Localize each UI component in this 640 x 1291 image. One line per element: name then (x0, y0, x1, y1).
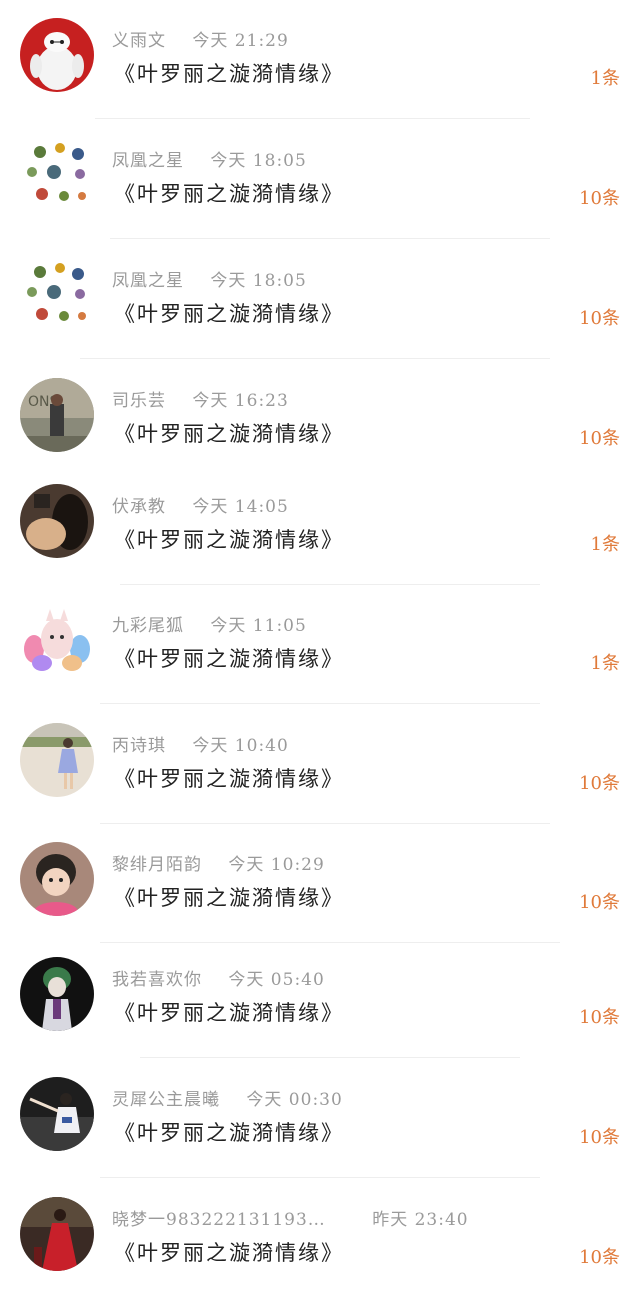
message-meta: 我若喜欢你 今天 05:40 (112, 965, 325, 990)
message-meta: 凤凰之星 今天 18:05 (112, 266, 307, 291)
message-title: 《叶罗丽之漩漪情缘》 (114, 62, 344, 86)
message-title: 《叶罗丽之漩漪情缘》 (114, 528, 344, 552)
message-time: 今天 21:29 (192, 31, 289, 51)
sender-name: 凤凰之星 (112, 151, 184, 171)
sender-name: 黎绯月陌韵 (112, 855, 202, 875)
list-item[interactable]: 凤凰之星 今天 18:05 《叶罗丽之漩漪情缘》 10条 (0, 120, 640, 240)
message-title: 《叶罗丽之漩漪情缘》 (114, 647, 344, 671)
message-time: 今天 10:40 (192, 736, 289, 756)
child-photo-avatar-icon[interactable] (20, 842, 94, 916)
baymax-avatar-icon[interactable] (20, 18, 94, 92)
message-time: 今天 18:05 (210, 271, 307, 291)
message-title: 《叶罗丽之漩漪情缘》 (114, 1241, 344, 1265)
list-item[interactable]: ONS 司乐芸 今天 16:23 《叶罗丽之漩漪情缘》 10条 (0, 360, 640, 480)
girl-dance-avatar-icon[interactable] (20, 1077, 94, 1151)
message-meta: 凤凰之星 今天 18:05 (112, 146, 307, 171)
sender-name: 司乐芸 (112, 391, 166, 411)
message-count: 10条 (579, 892, 620, 913)
message-time: 今天 16:23 (192, 391, 289, 411)
message-time: 今天 14:05 (192, 497, 289, 517)
message-count: 1条 (590, 534, 620, 555)
sender-name: 伏承教 (112, 497, 166, 517)
message-meta: 黎绯月陌韵 今天 10:29 (112, 850, 325, 875)
sender-name: 丙诗琪 (112, 736, 166, 756)
list-item[interactable]: 九彩尾狐 今天 11:05 《叶罗丽之漩漪情缘》 1条 (0, 585, 640, 705)
message-title: 《叶罗丽之漩漪情缘》 (114, 422, 344, 446)
divider (100, 703, 540, 704)
message-time: 今天 00:30 (246, 1090, 343, 1110)
divider (95, 118, 530, 119)
message-time: 昨天 23:40 (372, 1210, 469, 1230)
sender-name: 我若喜欢你 (112, 970, 202, 990)
sender-name: 九彩尾狐 (112, 616, 184, 636)
message-count: 10条 (579, 1247, 620, 1268)
list-item[interactable]: 黎绯月陌韵 今天 10:29 《叶罗丽之漩漪情缘》 10条 (0, 824, 640, 944)
floral-avatar-icon[interactable] (20, 138, 94, 212)
sender-name: 灵犀公主晨曦 (112, 1090, 220, 1110)
list-item[interactable]: 凤凰之星 今天 18:05 《叶罗丽之漩漪情缘》 10条 (0, 240, 640, 360)
list-item[interactable]: 晓梦一983222131193… 昨天 23:40 《叶罗丽之漩漪情缘》 10条 (0, 1179, 640, 1291)
message-title: 《叶罗丽之漩漪情缘》 (114, 302, 344, 326)
message-count: 10条 (579, 773, 620, 794)
message-time: 今天 10:29 (228, 855, 325, 875)
message-count: 10条 (579, 308, 620, 329)
message-time: 今天 11:05 (210, 616, 307, 636)
sender-name: 晓梦一983222131193… (112, 1210, 326, 1230)
message-meta: 九彩尾狐 今天 11:05 (112, 611, 307, 636)
message-title: 《叶罗丽之漩漪情缘》 (114, 1121, 344, 1145)
divider (80, 358, 550, 359)
message-count: 10条 (579, 428, 620, 449)
message-count: 10条 (579, 1007, 620, 1028)
message-meta: 义雨文 今天 21:29 (112, 26, 289, 51)
girl-red-dress-avatar-icon[interactable] (20, 1197, 94, 1271)
sender-name: 凤凰之星 (112, 271, 184, 291)
message-title: 《叶罗丽之漩漪情缘》 (114, 767, 344, 791)
message-meta: 丙诗琪 今天 10:40 (112, 731, 289, 756)
list-item[interactable]: 伏承教 今天 14:05 《叶罗丽之漩漪情缘》 1条 (0, 466, 640, 586)
anime-character-avatar-icon[interactable] (20, 957, 94, 1031)
message-time: 今天 18:05 (210, 151, 307, 171)
message-meta: 司乐芸 今天 16:23 (112, 386, 289, 411)
list-item[interactable]: 丙诗琪 今天 10:40 《叶罗丽之漩漪情缘》 10条 (0, 705, 640, 825)
divider (110, 238, 550, 239)
fox-avatar-icon[interactable] (20, 603, 94, 677)
divider (100, 1177, 540, 1178)
message-meta: 灵犀公主晨曦 今天 00:30 (112, 1085, 343, 1110)
message-title: 《叶罗丽之漩漪情缘》 (114, 182, 344, 206)
message-list: 义雨文 今天 21:29 《叶罗丽之漩漪情缘》 1条 凤凰之星 今天 18:05… (0, 0, 640, 1291)
sender-name: 义雨文 (112, 31, 166, 51)
floral-avatar-icon[interactable] (20, 258, 94, 332)
message-count: 10条 (579, 1127, 620, 1148)
divider (140, 1057, 520, 1058)
list-item[interactable]: 我若喜欢你 今天 05:40 《叶罗丽之漩漪情缘》 10条 (0, 939, 640, 1059)
message-meta: 伏承教 今天 14:05 (112, 492, 289, 517)
list-item[interactable]: 灵犀公主晨曦 今天 00:30 《叶罗丽之漩漪情缘》 10条 (0, 1059, 640, 1179)
message-count: 1条 (590, 68, 620, 89)
girl-beach-avatar-icon[interactable] (20, 723, 94, 797)
message-count: 1条 (590, 653, 620, 674)
message-count: 10条 (579, 188, 620, 209)
girl-photo-avatar-icon[interactable] (20, 484, 94, 558)
graffiti-photo-avatar-icon[interactable]: ONS (20, 378, 94, 452)
message-title: 《叶罗丽之漩漪情缘》 (114, 1001, 344, 1025)
message-meta: 晓梦一983222131193… 昨天 23:40 (112, 1205, 469, 1230)
message-title: 《叶罗丽之漩漪情缘》 (114, 886, 344, 910)
list-item[interactable]: 义雨文 今天 21:29 《叶罗丽之漩漪情缘》 1条 (0, 0, 640, 120)
message-time: 今天 05:40 (228, 970, 325, 990)
